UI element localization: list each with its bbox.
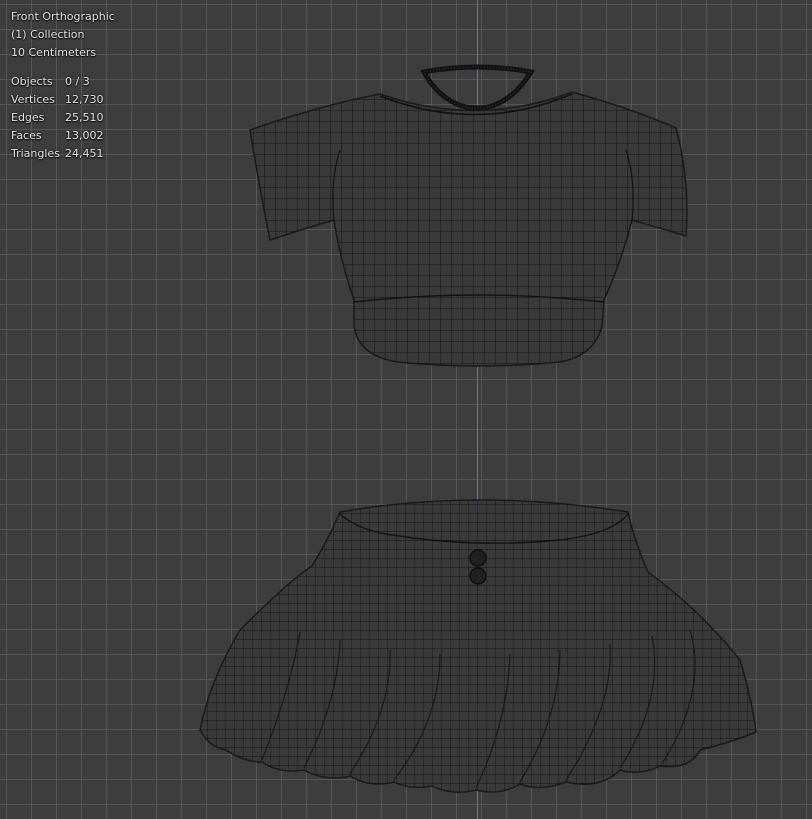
stats-row-vertices: Vertices 12,730 (11, 91, 115, 109)
stats-value: 24,451 (65, 147, 104, 160)
stats-label: Edges (11, 111, 45, 124)
stats-label: Vertices (11, 93, 55, 106)
stats-row-triangles: Triangles 24,451 (11, 145, 115, 163)
skirt-button-top (469, 549, 487, 567)
stats-value: 0 / 3 (65, 75, 90, 88)
stats-value: 12,730 (65, 93, 104, 106)
stats-row-faces: Faces 13,002 (11, 127, 115, 145)
stats-label: Triangles (11, 147, 60, 160)
grid-scale: 10 Centimeters (11, 46, 97, 59)
view-name: Front Orthographic (11, 10, 115, 23)
scene-meshes[interactable] (0, 0, 812, 819)
choker-mesh[interactable] (420, 64, 536, 111)
crop-top-mesh[interactable] (249, 91, 688, 367)
stats-label: Faces (11, 129, 42, 142)
skirt-mesh[interactable] (199, 499, 757, 793)
stats-row-edges: Edges 25,510 (11, 109, 115, 127)
3d-viewport[interactable]: Front Orthographic (1) Collection 10 Cen… (0, 0, 812, 819)
viewport-text-overlay: Front Orthographic (1) Collection 10 Cen… (11, 8, 115, 163)
stats-label: Objects (11, 75, 53, 88)
stats-row-objects: Objects 0 / 3 (11, 73, 115, 91)
stats-value: 25,510 (65, 111, 104, 124)
collection-name: (1) Collection (11, 28, 85, 41)
stats-value: 13,002 (65, 129, 104, 142)
skirt-button-bottom (469, 567, 487, 585)
